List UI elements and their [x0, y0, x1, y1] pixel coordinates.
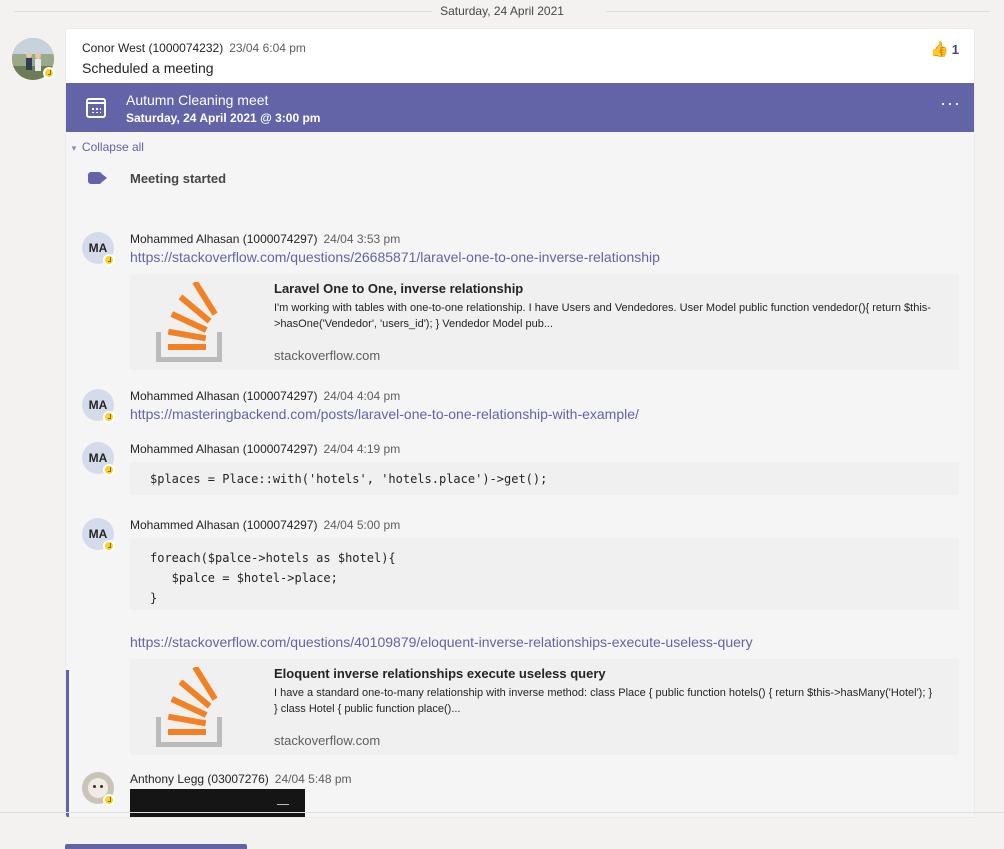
more-options-button[interactable]: ···	[940, 93, 961, 114]
caret-down-icon: ▼	[70, 144, 78, 153]
selected-reply-indicator	[66, 670, 69, 817]
reply-timestamp: 24/04 4:19 pm	[323, 442, 401, 456]
avatar[interactable]: MA	[82, 389, 115, 423]
meeting-datetime: Saturday, 24 April 2021 @ 3:00 pm	[126, 111, 321, 125]
code-block: $places = Place::with('hotels', 'hotels.…	[130, 462, 959, 495]
reply-button[interactable]	[65, 844, 247, 849]
status-away-icon	[103, 464, 115, 476]
avatar-initials: MA	[88, 451, 108, 465]
post-timestamp: 23/04 6:04 pm	[229, 41, 306, 55]
preview-description: I have a standard one-to-many relationsh…	[274, 687, 933, 715]
reply-link[interactable]: https://masteringbackend.com/posts/larav…	[130, 406, 639, 422]
post-author[interactable]: Conor West (1000074232)	[82, 41, 223, 55]
reply-author[interactable]: Anthony Legg (03007276)	[130, 772, 269, 786]
video-camera-icon	[88, 172, 107, 184]
avatar-initials: MA	[88, 527, 108, 541]
code-block: foreach($palce->hotels as $hotel){ $palc…	[130, 538, 959, 610]
meeting-title[interactable]: Autumn Cleaning meet	[126, 92, 268, 108]
reply-thread: ▼ Collapse all Meeting started MA Mohamme…	[66, 132, 974, 817]
reply-timestamp: 24/04 3:53 pm	[323, 232, 401, 246]
post-header: Conor West (1000074232) 23/04 6:04 pm Sch…	[66, 29, 974, 83]
preview-description: I'm working with tables with one-to-one …	[274, 302, 931, 330]
reply-header: Mohammed Alhasan (1000074297) 24/04 5:00 …	[130, 518, 400, 532]
status-away-icon	[103, 540, 115, 552]
preview-title[interactable]: Laravel One to One, inverse relationship	[274, 281, 523, 296]
reply-header: Mohammed Alhasan (1000074297) 24/04 4:04 …	[130, 389, 400, 403]
reaction-badge[interactable]: 👍 1	[930, 40, 959, 58]
reply-header: Anthony Legg (03007276) 24/04 5:48 pm	[130, 772, 352, 786]
stackoverflow-logo-icon	[156, 667, 222, 747]
date-divider: Saturday, 24 April 2021	[0, 0, 1004, 22]
avatar[interactable]	[82, 772, 115, 806]
reply-link[interactable]: https://stackoverflow.com/questions/2668…	[130, 249, 660, 265]
calendar-icon	[86, 98, 106, 118]
thumbs-up-icon: 👍	[930, 41, 949, 58]
reply-author[interactable]: Mohammed Alhasan (1000074297)	[130, 518, 317, 532]
reaction-count: 1	[951, 42, 959, 57]
collapse-all-button[interactable]: ▼ Collapse all	[70, 140, 144, 154]
reply-header: Mohammed Alhasan (1000074297) 24/04 4:19 …	[130, 442, 400, 456]
avatar[interactable]: MA	[82, 518, 115, 552]
preview-domain: stackoverflow.com	[274, 348, 381, 363]
reply-timestamp: 24/04 5:48 pm	[274, 772, 352, 786]
reply-author[interactable]: Mohammed Alhasan (1000074297)	[130, 389, 317, 403]
reply-author[interactable]: Mohammed Alhasan (1000074297)	[130, 232, 317, 246]
post-author-line: Conor West (1000074232) 23/04 6:04 pm	[82, 41, 306, 55]
reply-timestamp: 24/04 4:04 pm	[323, 389, 401, 403]
image-attachment[interactable]	[130, 789, 305, 817]
link-preview-card[interactable]: Laravel One to One, inverse relationship…	[130, 274, 959, 370]
avatar[interactable]: MA	[82, 442, 115, 476]
stackoverflow-logo-icon	[156, 282, 222, 362]
avatar[interactable]: MA	[82, 232, 115, 266]
status-away-icon	[103, 411, 115, 423]
compose-divider	[0, 812, 1004, 813]
preview-domain: stackoverflow.com	[274, 733, 381, 748]
divider-line-right	[606, 11, 990, 12]
status-away-icon	[43, 67, 55, 79]
meeting-banner[interactable]: Autumn Cleaning meet Saturday, 24 April …	[66, 83, 974, 132]
reply-header: Mohammed Alhasan (1000074297) 24/04 3:53 …	[130, 232, 400, 246]
collapse-all-label: Collapse all	[81, 140, 144, 154]
status-away-icon	[103, 254, 115, 266]
avatar-initials: MA	[88, 398, 108, 412]
reply-timestamp: 24/04 5:00 pm	[323, 518, 401, 532]
reply-link[interactable]: https://stackoverflow.com/questions/4010…	[130, 634, 753, 650]
avatar-initials: MA	[88, 241, 108, 255]
reply-author[interactable]: Mohammed Alhasan (1000074297)	[130, 442, 317, 456]
link-preview-card[interactable]: Eloquent inverse relationships execute u…	[130, 659, 959, 755]
meeting-started-label: Meeting started	[130, 171, 227, 186]
status-away-icon	[103, 794, 115, 806]
minimize-icon	[277, 804, 289, 805]
meeting-post-card: Conor West (1000074232) 23/04 6:04 pm Sch…	[65, 28, 975, 818]
post-message: Scheduled a meeting	[82, 60, 214, 76]
preview-title[interactable]: Eloquent inverse relationships execute u…	[274, 666, 606, 681]
